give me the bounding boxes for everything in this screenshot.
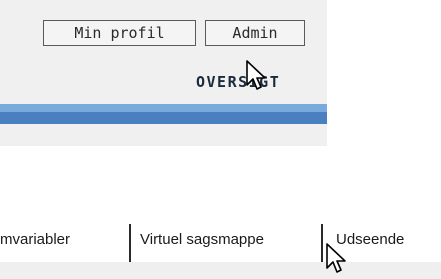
tab-divider <box>321 224 323 262</box>
admin-button[interactable]: Admin <box>205 20 305 46</box>
tab-divider <box>129 224 131 262</box>
header-panel: Min profil Admin OVERSIGT <box>0 0 327 146</box>
tab-strip: mvariabler Virtuel sagsmappe Udseende <box>0 216 441 262</box>
my-profile-button[interactable]: Min profil <box>43 20 196 46</box>
overview-heading: OVERSIGT <box>196 73 281 91</box>
tab-variables[interactable]: mvariabler <box>0 228 128 252</box>
header-bar-light <box>0 104 327 112</box>
tab-virtual-case-folder[interactable]: Virtuel sagsmappe <box>140 228 318 252</box>
tab-appearance[interactable]: Udseende <box>336 228 441 252</box>
header-bar-dark <box>0 112 327 124</box>
tab-content-area <box>0 262 441 279</box>
